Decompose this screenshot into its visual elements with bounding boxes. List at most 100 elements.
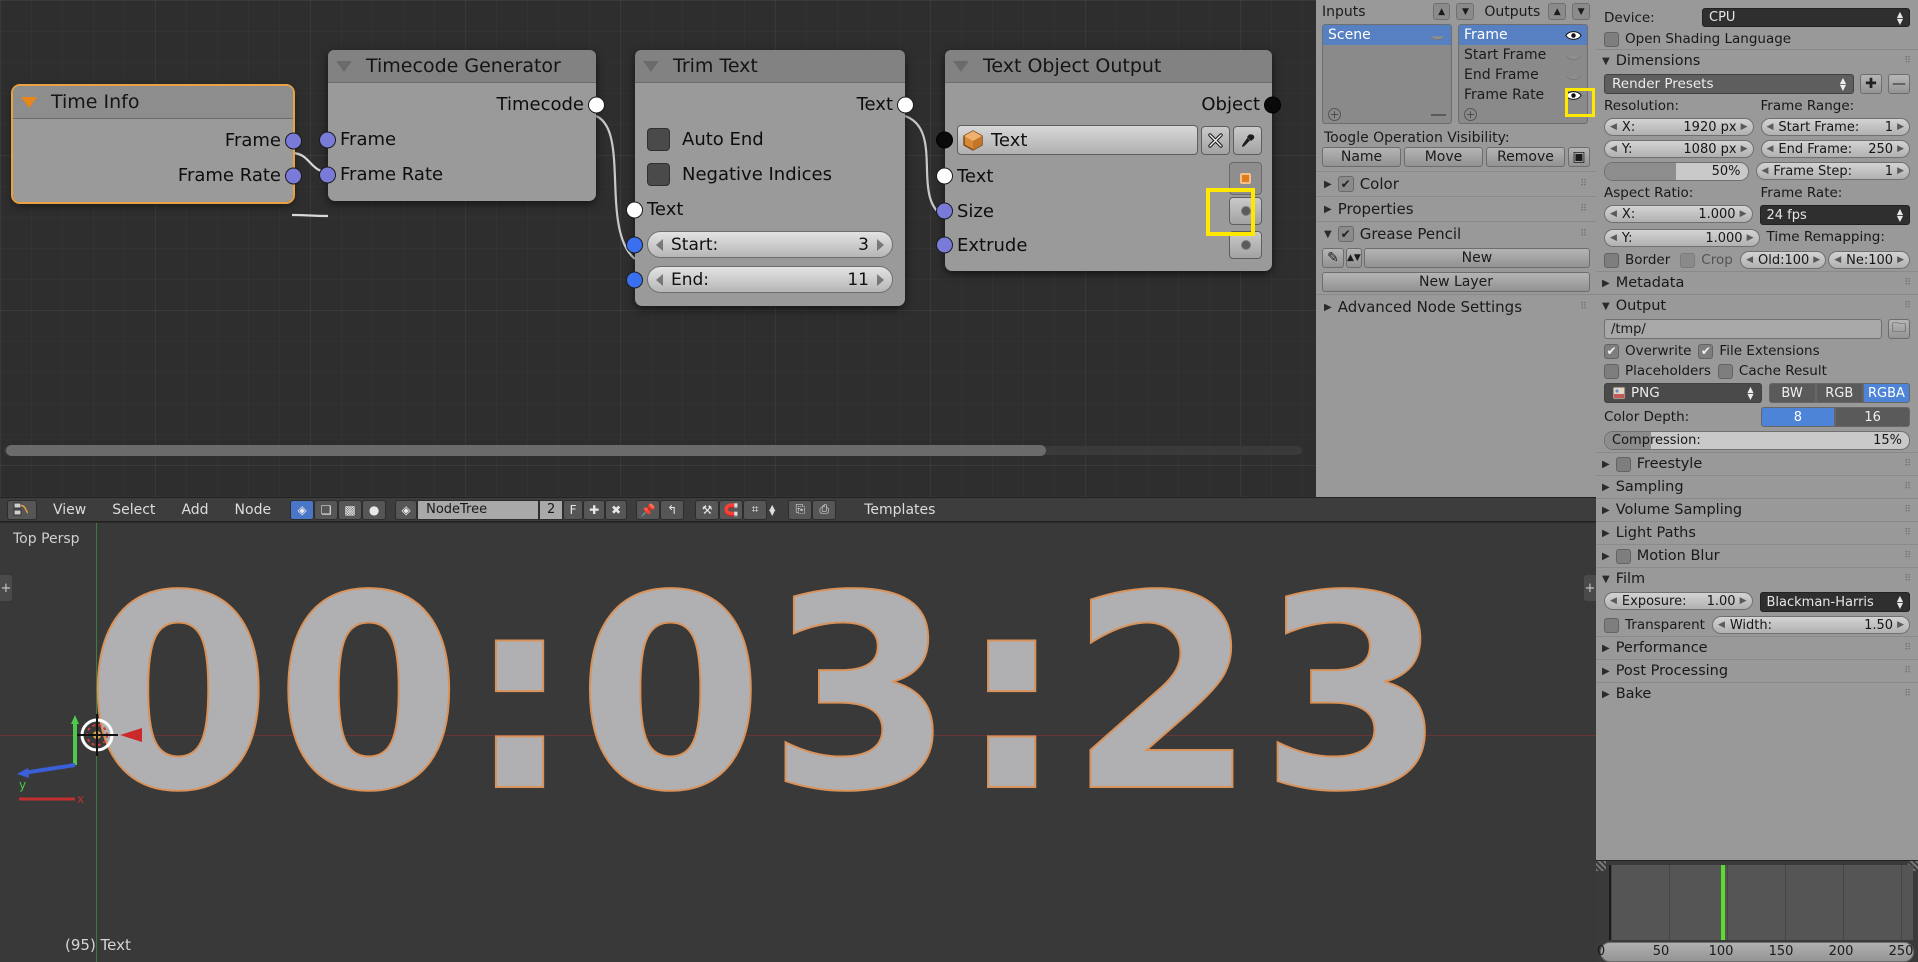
section-advanced-node-settings[interactable]: ▶ Advanced Node Settings ⠿ (1316, 294, 1596, 319)
increment-arrow-icon[interactable]: ▶ (1740, 209, 1747, 219)
node-properties-sidebar[interactable]: Inputs ▲ ▼ Outputs ▲ ▼ Scene + Frame Sta… (1316, 0, 1596, 497)
increment-arrow-icon[interactable] (877, 238, 884, 251)
socket-text-in-2[interactable] (936, 167, 953, 185)
shader-type-buttons[interactable]: ◈ ❏ ▩ ● (290, 499, 387, 520)
channels-bw-button[interactable]: BW (1768, 383, 1816, 403)
add-output-button[interactable]: + (1464, 108, 1477, 121)
paste-icon[interactable]: ⎙ (812, 499, 837, 520)
timeline-editor[interactable]: 0 50 100 150 200 250 (1596, 860, 1918, 962)
resolution-y-field[interactable]: ◀ Y: 1080 px ▶ (1604, 140, 1754, 158)
panel-grip-icon[interactable]: ⠿ (1580, 205, 1588, 214)
file-format-dropdown[interactable]: PNG ▲ ▼ (1604, 383, 1762, 403)
section-light-paths[interactable]: ▶ Light Paths ⠿ (1596, 521, 1918, 544)
toggle-remove-button[interactable]: Remove (1486, 147, 1565, 167)
start-frame-field[interactable]: ◀ Start Frame: 1 ▶ (1760, 118, 1910, 136)
menu-node[interactable]: Node (222, 502, 285, 518)
socket-text-in[interactable] (626, 201, 643, 218)
decrement-arrow-icon[interactable]: ◀ (1610, 233, 1617, 243)
border-checkbox-row[interactable]: Border (1604, 251, 1670, 269)
area-corner-handle[interactable] (1596, 861, 1606, 871)
placeholders-checkbox[interactable] (1604, 363, 1619, 379)
chevron-right-icon[interactable]: ▶ (1324, 302, 1332, 313)
timeline-playhead[interactable] (1721, 865, 1726, 940)
time-remap-new-field[interactable]: ◀ Ne: 100 ▶ (1828, 251, 1910, 269)
outputs-list-item-frame[interactable]: Frame (1459, 25, 1587, 45)
section-film[interactable]: ▼ Film ⠿ (1596, 567, 1918, 590)
material-preview-icon[interactable]: ● (362, 499, 387, 520)
increment-arrow-icon[interactable] (877, 273, 884, 286)
chevron-right-icon[interactable]: ▶ (1602, 643, 1610, 654)
pixel-filter-dropdown[interactable]: Blackman-Harris ▲ ▼ (1759, 592, 1910, 612)
copy-paste-group[interactable]: ⎘ ⎙ (788, 499, 837, 520)
section-post-processing[interactable]: ▶ Post Processing ⠿ (1596, 659, 1918, 682)
inputs-list[interactable]: Scene + (1322, 24, 1452, 124)
decrement-arrow-icon[interactable]: ◀ (1834, 255, 1841, 265)
socket-frame-in[interactable] (319, 131, 336, 148)
node-input-text[interactable]: Text (626, 192, 905, 227)
remove-preset-button[interactable]: — (1888, 74, 1910, 94)
checkbox-negative-indices[interactable]: Negative Indices (635, 157, 905, 192)
checkbox-auto-end[interactable]: Auto End (635, 122, 905, 157)
overwrite-checkbox-row[interactable]: ✔ Overwrite (1604, 343, 1691, 359)
chevron-down-icon[interactable]: ▼ (1602, 301, 1610, 312)
unlink-nodetree-button[interactable]: ✖ (605, 499, 628, 520)
spinner-icon[interactable]: ▲ ▼ (1897, 208, 1903, 223)
chevron-right-icon[interactable]: ▶ (1602, 528, 1610, 539)
chevron-right-icon[interactable]: ▶ (1602, 482, 1610, 493)
resolution-percentage-slider[interactable]: 50% (1604, 162, 1749, 181)
socket-object-in[interactable] (936, 131, 953, 149)
menu-view[interactable]: View (40, 502, 99, 518)
clear-object-button[interactable] (1201, 125, 1230, 155)
freestyle-checkbox[interactable] (1615, 456, 1631, 472)
node-trim-text[interactable]: Trim Text Text Auto End Negative Indices (626, 50, 914, 306)
increment-arrow-icon[interactable]: ▶ (1741, 144, 1748, 154)
end-number-field[interactable]: End: 11 (647, 266, 893, 293)
spinner-icon[interactable]: ▲ ▼ (1897, 10, 1903, 25)
node-output-object[interactable]: Object (945, 87, 1281, 122)
node-time-info[interactable]: Time Info Frame Frame Rate (11, 84, 302, 204)
timeline-ruler[interactable]: 0 50 100 150 200 250 (1597, 942, 1914, 962)
grease-pencil-new-layer-button[interactable]: New Layer (1322, 272, 1590, 292)
decrement-arrow-icon[interactable]: ◀ (1610, 144, 1617, 154)
panel-grip-icon[interactable]: ⠿ (1904, 552, 1912, 561)
exposure-field[interactable]: ◀ Exposure: 1.00 ▶ (1604, 592, 1753, 610)
open-shading-language-checkbox[interactable] (1604, 31, 1619, 47)
decrement-arrow-icon[interactable] (656, 273, 663, 286)
increment-arrow-icon[interactable]: ▶ (1897, 122, 1904, 132)
overwrite-checkbox[interactable]: ✔ (1604, 343, 1619, 359)
toggle-name-button[interactable]: Name (1322, 147, 1401, 167)
eye-hidden-icon[interactable] (1429, 30, 1446, 41)
auto-end-checkbox[interactable] (647, 128, 670, 151)
aspect-y-field[interactable]: ◀ Y: 1.000 ▶ (1604, 229, 1760, 247)
node-output-frame[interactable]: Frame (13, 123, 302, 158)
crop-checkbox[interactable] (1680, 252, 1696, 268)
increment-arrow-icon[interactable]: ▶ (1897, 144, 1904, 154)
inputs-move-up-button[interactable]: ▲ (1432, 3, 1451, 20)
eye-visible-icon[interactable] (1565, 30, 1582, 41)
snap-group[interactable]: ⚒ 🧲 ⌗ ▲ ▼ (695, 499, 777, 520)
chevron-right-icon[interactable]: ▶ (1602, 278, 1610, 289)
socket-timecode-out[interactable] (588, 96, 605, 113)
panel-grip-icon[interactable]: ⠿ (1580, 230, 1588, 239)
section-bake[interactable]: ▶ Bake ⠿ (1596, 682, 1918, 705)
panel-grip-icon[interactable]: ⠿ (1904, 667, 1912, 676)
copy-icon[interactable]: ⎘ (788, 499, 813, 520)
increment-arrow-icon[interactable]: ▶ (1740, 596, 1747, 606)
menu-templates[interactable]: Templates (851, 502, 948, 518)
placeholders-checkbox-row[interactable]: Placeholders (1604, 363, 1711, 379)
eye-hidden-icon[interactable] (1565, 50, 1582, 61)
browse-folder-icon[interactable]: 🗀 (1888, 319, 1910, 339)
increment-arrow-icon[interactable]: ▶ (1897, 620, 1904, 630)
inputs-list-item-scene[interactable]: Scene (1323, 25, 1451, 45)
properties-panel[interactable]: Device: CPU ▲ ▼ Open Shading Language ▼ D… (1596, 0, 1918, 860)
object-selector-row[interactable]: Text (936, 122, 1272, 158)
color-depth-16-button[interactable]: 16 (1835, 407, 1910, 427)
panel-grip-icon[interactable]: ⠿ (1904, 575, 1912, 584)
chevron-down-icon[interactable]: ▼ (1602, 574, 1610, 585)
transparent-checkbox[interactable] (1604, 617, 1619, 633)
node-trim-text-header[interactable]: Trim Text (635, 50, 905, 83)
section-metadata[interactable]: ▶ Metadata ⠿ (1596, 271, 1918, 294)
add-input-button[interactable]: + (1328, 108, 1341, 121)
pin-icon[interactable]: 📌 (636, 499, 661, 520)
socket-end-in[interactable] (626, 271, 643, 288)
